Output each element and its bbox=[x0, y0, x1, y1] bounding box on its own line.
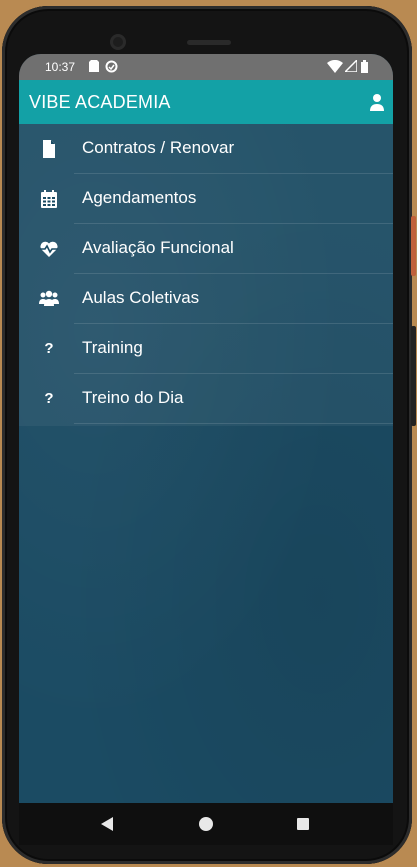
menu-item-label: Agendamentos bbox=[82, 188, 197, 207]
recents-icon[interactable] bbox=[297, 818, 309, 830]
back-icon[interactable] bbox=[101, 817, 115, 831]
users-icon bbox=[39, 290, 59, 306]
app-title: VIBE ACADEMIA bbox=[29, 92, 171, 112]
app-screen: 10:37 VIBE ACADEMIA Contratos / Renovar … bbox=[19, 54, 393, 803]
menu-item-label: Aulas Coletivas bbox=[82, 288, 200, 307]
menu-item-avaliacao-funcional[interactable]: Avaliação Funcional bbox=[19, 224, 393, 274]
earpiece-speaker bbox=[187, 40, 231, 45]
menu-item-label: Training bbox=[82, 338, 143, 357]
home-icon[interactable] bbox=[199, 817, 213, 831]
battery-icon bbox=[361, 60, 368, 73]
status-bar: 10:37 bbox=[19, 54, 393, 80]
file-icon bbox=[43, 140, 55, 158]
menu-item-label: Contratos / Renovar bbox=[82, 138, 235, 157]
power-button bbox=[411, 326, 416, 426]
divider bbox=[74, 423, 393, 424]
menu-item-agendamentos[interactable]: Agendamentos bbox=[19, 174, 393, 224]
menu-item-training[interactable]: ? Training bbox=[19, 324, 393, 374]
content-area: Contratos / Renovar Agendamentos Avaliaç… bbox=[19, 124, 393, 803]
calendar-icon bbox=[41, 190, 57, 208]
menu-item-contratos[interactable]: Contratos / Renovar bbox=[19, 124, 393, 174]
side-menu: Contratos / Renovar Agendamentos Avaliaç… bbox=[19, 124, 393, 426]
question-icon: ? bbox=[44, 340, 54, 357]
user-icon[interactable] bbox=[367, 92, 387, 112]
wifi-icon bbox=[327, 60, 343, 73]
system-nav-bar bbox=[19, 803, 393, 845]
question-icon: ? bbox=[44, 390, 54, 407]
front-camera bbox=[110, 34, 126, 50]
sd-card-icon bbox=[89, 60, 99, 72]
app-bar: VIBE ACADEMIA bbox=[19, 80, 393, 124]
heartbeat-icon bbox=[40, 241, 58, 257]
menu-item-aulas-coletivas[interactable]: Aulas Coletivas bbox=[19, 274, 393, 324]
volume-button bbox=[411, 216, 416, 276]
signal-icon bbox=[345, 60, 357, 72]
status-time: 10:37 bbox=[45, 60, 76, 74]
menu-item-treino-do-dia[interactable]: ? Treino do Dia bbox=[19, 374, 393, 424]
menu-item-label: Treino do Dia bbox=[82, 388, 184, 407]
data-saver-icon bbox=[105, 60, 118, 73]
menu-item-label: Avaliação Funcional bbox=[82, 238, 234, 257]
